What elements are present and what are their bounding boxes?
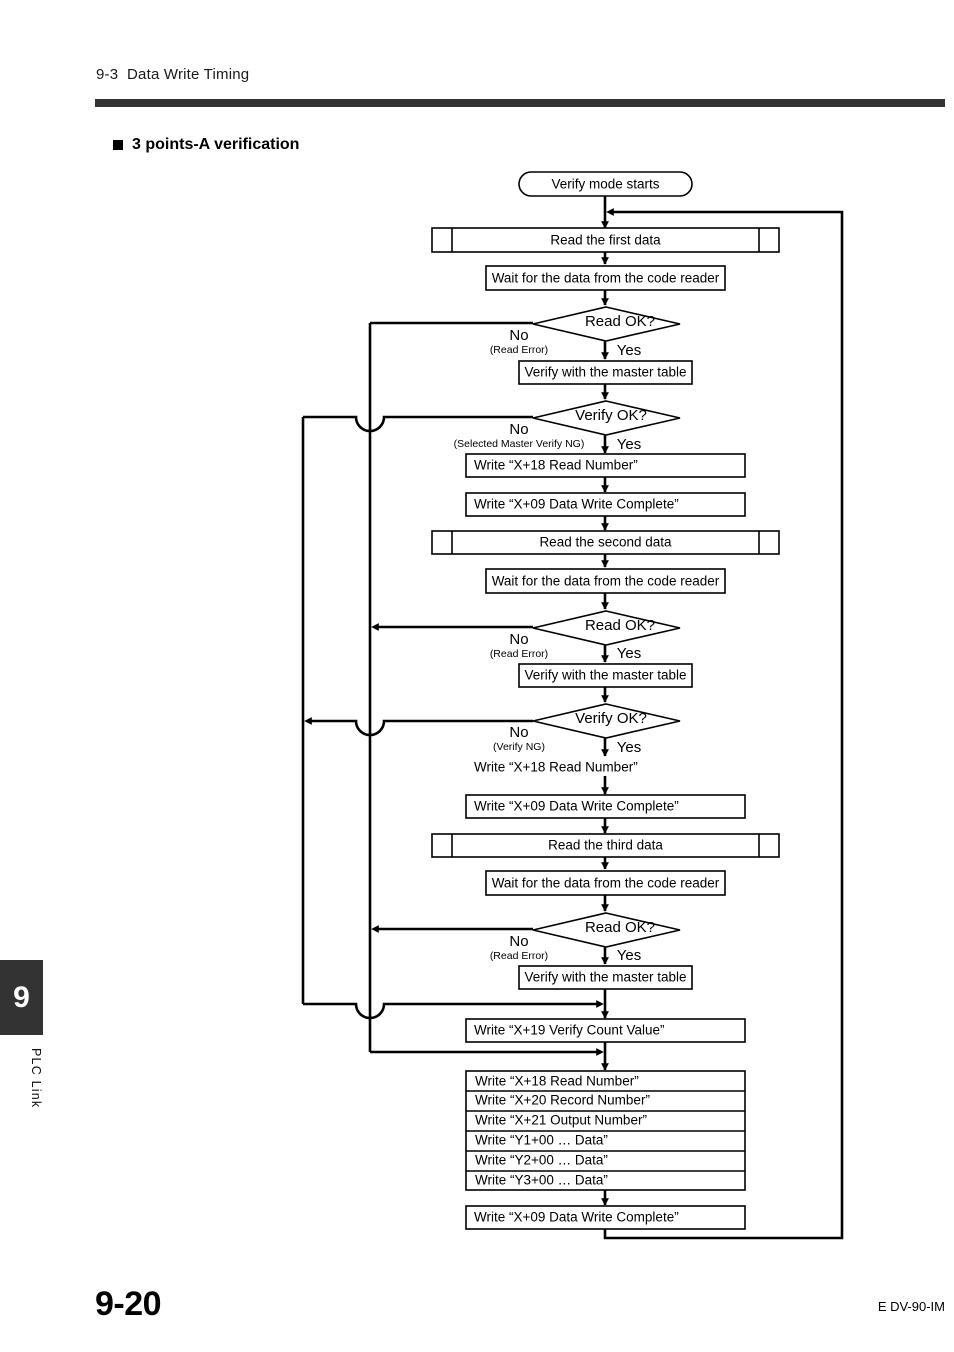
branch-label-no: No: [509, 631, 528, 648]
node-label: Write “X+09 Data Write Complete”: [474, 497, 679, 512]
branch-sublabel-read-error: (Read Error): [490, 950, 548, 962]
node-label: Write “X+20 Record Number”: [475, 1093, 650, 1108]
node-label: Wait for the data from the code reader: [492, 271, 720, 286]
node-write-x09-complete-2: Write “X+09 Data Write Complete”: [465, 794, 746, 819]
node-label: Verify mode starts: [551, 177, 659, 192]
node-label: Read the third data: [548, 838, 663, 853]
branch-label-yes: Yes: [617, 645, 641, 662]
node-decision-read-ok-2: Read OK? No (Read Error) Yes: [490, 610, 681, 662]
branch-label-no: No: [509, 327, 528, 344]
node-label: Write “X+21 Output Number”: [475, 1113, 647, 1128]
node-verify-master-2: Verify with the master table: [518, 663, 693, 688]
node-label: Verify OK?: [575, 710, 647, 727]
node-decision-verify-ok-2: Verify OK? No (Verify NG) Yes: [493, 703, 681, 756]
node-label: Write “Y3+00 … Data”: [475, 1173, 608, 1188]
branch-sublabel-read-error: (Read Error): [490, 344, 548, 356]
node-decision-read-ok-1: Read OK? No (Read Error) Yes: [490, 306, 681, 359]
node-write-x09-complete-1: Write “X+09 Data Write Complete”: [465, 492, 746, 517]
node-decision-read-ok-3: Read OK? No (Read Error) Yes: [490, 912, 681, 964]
node-label: Write “Y1+00 … Data”: [475, 1133, 608, 1148]
node-label: Read OK?: [585, 313, 655, 330]
node-write-stack-group: Write “X+18 Read Number” Write “X+20 Rec…: [465, 1070, 746, 1191]
node-label: Write “X+18 Read Number”: [475, 1074, 639, 1089]
node-read-third-data: Read the third data: [431, 833, 780, 858]
node-write-x19-verify-count: Write “X+19 Verify Count Value”: [465, 1018, 746, 1043]
branch-sublabel-verify-ng: (Verify NG): [493, 741, 545, 753]
branch-label-yes: Yes: [617, 739, 641, 756]
node-write-x09-complete-3: Write “X+09 Data Write Complete”: [465, 1205, 746, 1230]
node-label: Wait for the data from the code reader: [492, 574, 720, 589]
branch-label-yes: Yes: [617, 436, 641, 453]
node-label: Write “X+09 Data Write Complete”: [474, 1210, 679, 1225]
node-wait-data-3: Wait for the data from the code reader: [485, 870, 726, 896]
node-wait-data-1: Wait for the data from the code reader: [485, 265, 726, 291]
node-write-x18-read-number-2: Write “X+18 Read Number”: [474, 760, 638, 775]
node-verify-master-3: Verify with the master table: [518, 965, 693, 990]
node-label: Read the first data: [550, 233, 661, 248]
node-verify-master-1: Verify with the master table: [518, 360, 693, 385]
branch-label-no: No: [509, 933, 528, 950]
node-label: Write “X+19 Verify Count Value”: [474, 1023, 664, 1038]
node-label: Write “Y2+00 … Data”: [475, 1153, 608, 1168]
node-label: Verify with the master table: [524, 970, 686, 985]
flowchart-diagram: Verify mode starts Read the first data W…: [301, 171, 844, 1240]
branch-label-no: No: [509, 724, 528, 741]
node-read-first-data: Read the first data: [431, 227, 780, 253]
node-write-x18-read-number-1: Write “X+18 Read Number”: [465, 453, 746, 478]
node-wait-data-2: Wait for the data from the code reader: [485, 568, 726, 594]
node-label: Verify with the master table: [524, 365, 686, 380]
branch-label-yes: Yes: [617, 947, 641, 964]
branch-sublabel-read-error: (Read Error): [490, 648, 548, 660]
node-label: Verify OK?: [575, 407, 647, 424]
node-label: Wait for the data from the code reader: [492, 876, 720, 891]
branch-label-yes: Yes: [617, 342, 641, 359]
node-verify-mode-starts: Verify mode starts: [518, 171, 693, 197]
node-decision-verify-ok-1: Verify OK? No (Selected Master Verify NG…: [454, 400, 681, 453]
node-label: Read OK?: [585, 919, 655, 936]
branch-sublabel-selected-master-verify-ng: (Selected Master Verify NG): [454, 438, 585, 450]
node-label: Write “X+09 Data Write Complete”: [474, 799, 679, 814]
node-label: Read OK?: [585, 617, 655, 634]
node-label: Write “X+18 Read Number”: [474, 458, 638, 473]
branch-label-no: No: [509, 421, 528, 438]
node-label: Verify with the master table: [524, 668, 686, 683]
node-read-second-data: Read the second data: [431, 530, 780, 555]
node-label: Read the second data: [539, 535, 672, 550]
node-label: Write “X+18 Read Number”: [474, 760, 638, 775]
